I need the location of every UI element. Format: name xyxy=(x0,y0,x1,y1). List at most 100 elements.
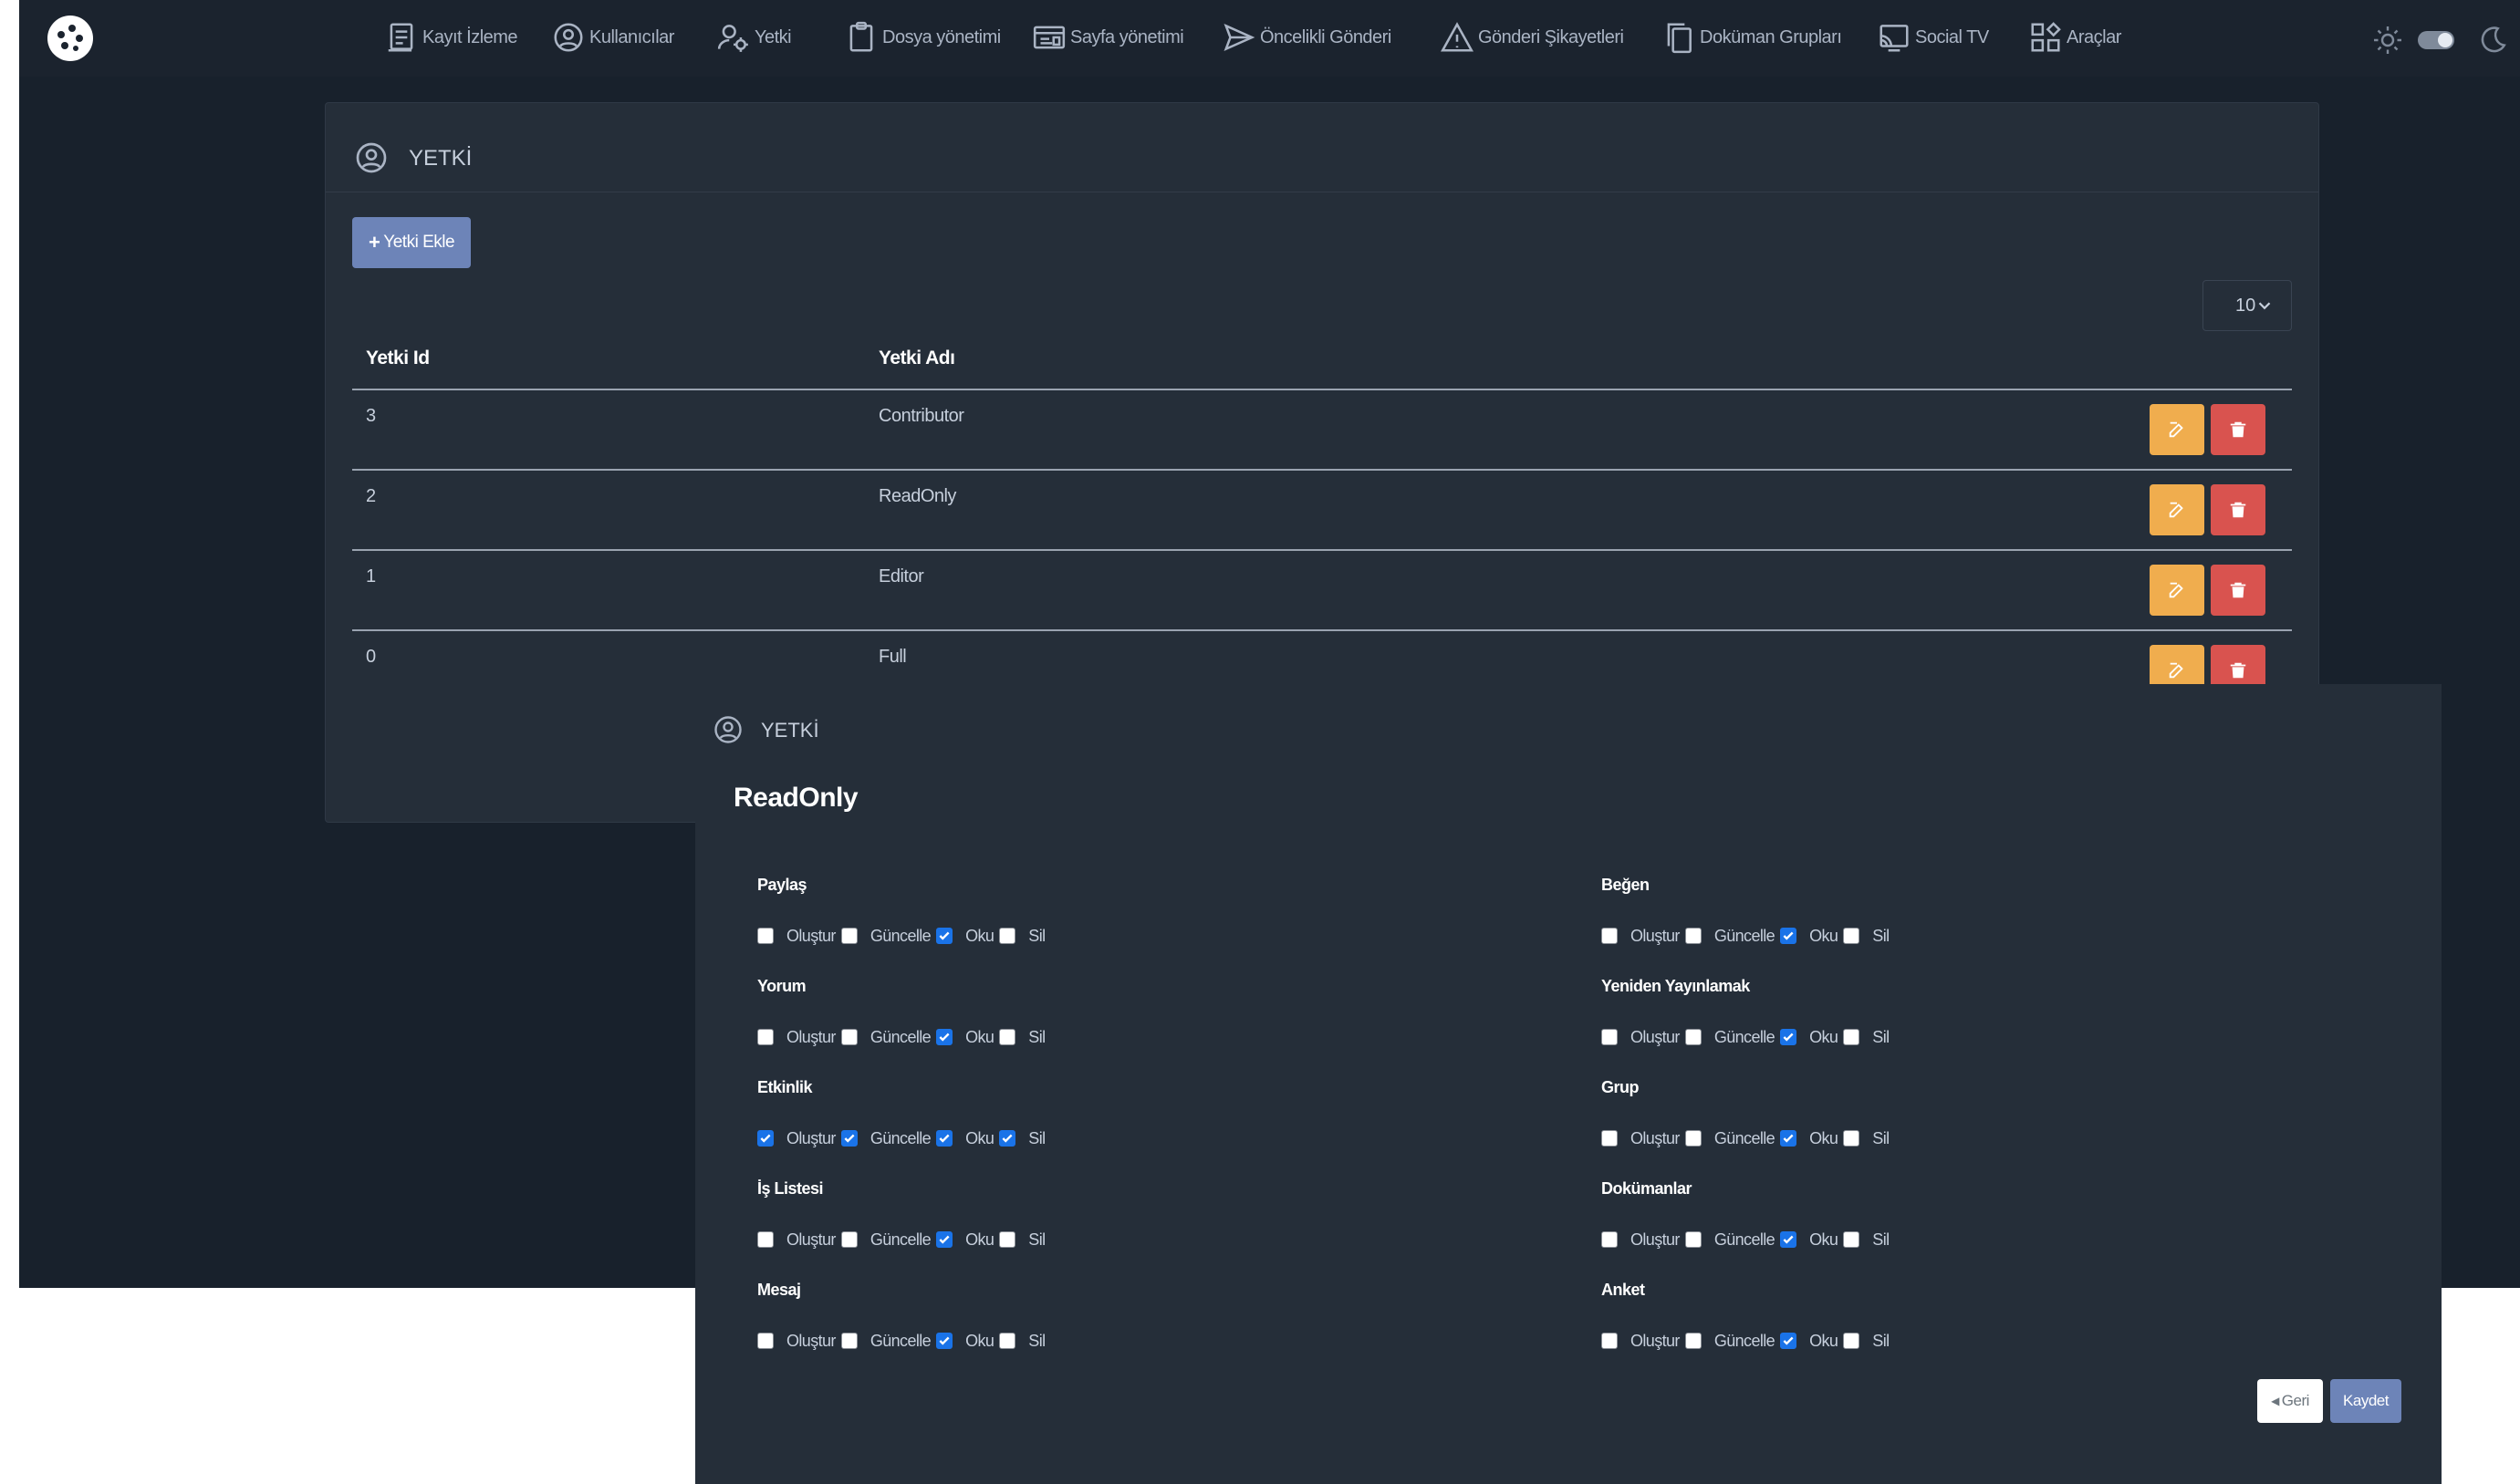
nav-kayit-izleme[interactable]: Kayıt İzleme xyxy=(384,16,518,58)
toggle-knob xyxy=(2438,33,2452,47)
checkbox-read[interactable] xyxy=(936,1130,953,1147)
moon-icon[interactable] xyxy=(2477,24,2508,57)
trash-icon xyxy=(2230,662,2246,679)
permission-checkbox-row: Oluştur Güncelle Oku Sil xyxy=(1601,1330,1895,1352)
checkbox-create[interactable] xyxy=(757,1231,774,1248)
edit-button[interactable] xyxy=(2150,565,2204,616)
sun-icon[interactable] xyxy=(2371,24,2404,57)
checkbox-read[interactable] xyxy=(1780,1231,1797,1248)
plus-icon: + xyxy=(368,231,380,254)
permission-label: Paylaş xyxy=(757,876,807,894)
checkbox-delete[interactable] xyxy=(999,928,1016,944)
add-yetki-button[interactable]: + Yetki Ekle xyxy=(352,217,471,268)
logo-icon[interactable] xyxy=(45,13,96,64)
nav-yetki[interactable]: Yetki xyxy=(716,16,792,58)
checkbox-read[interactable] xyxy=(936,928,953,944)
checkbox-create[interactable] xyxy=(1601,1333,1618,1349)
row-id: 3 xyxy=(366,406,376,426)
row-id: 2 xyxy=(366,486,376,506)
checkbox-read[interactable] xyxy=(1780,1130,1797,1147)
checkbox-label-delete: Sil xyxy=(1028,926,1046,945)
permission-checkbox-row: Oluştur Güncelle Oku Sil xyxy=(1601,1127,1895,1149)
modal-title: YETKİ xyxy=(761,719,819,742)
checkbox-label-update: Güncelle xyxy=(870,926,932,945)
checkbox-create[interactable] xyxy=(1601,1130,1618,1147)
edit-icon xyxy=(2169,662,2183,679)
checkbox-label-delete: Sil xyxy=(1028,1027,1046,1046)
nav-dokuman-gruplari[interactable]: Doküman Grupları xyxy=(1661,16,1842,58)
checkbox-create[interactable] xyxy=(1601,1029,1618,1045)
nav-araclar[interactable]: Araçlar xyxy=(2028,16,2121,58)
checkbox-label-update: Güncelle xyxy=(1713,926,1775,945)
checkbox-delete[interactable] xyxy=(999,1333,1016,1349)
checkbox-create[interactable] xyxy=(757,928,774,944)
checkbox-delete[interactable] xyxy=(1843,1130,1860,1147)
permission-checkbox-row: Oluştur Güncelle Oku Sil xyxy=(757,1229,1051,1251)
user-circle-icon xyxy=(554,23,583,52)
checkbox-create[interactable] xyxy=(1601,928,1618,944)
checkbox-label-create: Oluştur xyxy=(786,926,836,945)
checkbox-delete[interactable] xyxy=(999,1130,1016,1147)
checkbox-label-read: Oku xyxy=(1809,1230,1838,1249)
checkbox-read[interactable] xyxy=(936,1029,953,1045)
checkbox-create[interactable] xyxy=(757,1130,774,1147)
checkbox-delete[interactable] xyxy=(1843,1231,1860,1248)
delete-button[interactable] xyxy=(2211,404,2265,455)
checkbox-update[interactable] xyxy=(840,928,858,944)
checkbox-update[interactable] xyxy=(840,1130,858,1147)
checkbox-read[interactable] xyxy=(1780,928,1797,944)
checkbox-delete[interactable] xyxy=(999,1029,1016,1045)
edit-button[interactable] xyxy=(2150,404,2204,455)
nav-oncelikli-gonderi[interactable]: Öncelikli Gönderi xyxy=(1222,16,1391,58)
checkbox-update[interactable] xyxy=(1684,1231,1702,1248)
checkbox-delete[interactable] xyxy=(999,1231,1016,1248)
nav-label: Öncelikli Gönderi xyxy=(1260,26,1391,47)
column-header-name[interactable]: Yetki Adı xyxy=(879,348,955,369)
checkbox-update[interactable] xyxy=(1684,928,1702,944)
checkbox-update[interactable] xyxy=(1684,1130,1702,1147)
nav-sayfa-yonetimi[interactable]: Sayfa yönetimi xyxy=(1032,16,1184,58)
permission-label: Beğen xyxy=(1601,876,1650,894)
checkbox-label-delete: Sil xyxy=(1872,1230,1890,1249)
checkbox-update[interactable] xyxy=(840,1231,858,1248)
checkbox-delete[interactable] xyxy=(1843,928,1860,944)
page-size-select[interactable]: 10 xyxy=(2202,280,2292,331)
checkbox-read[interactable] xyxy=(936,1333,953,1349)
chevron-down-icon xyxy=(2258,302,2271,310)
checkbox-read[interactable] xyxy=(1780,1333,1797,1349)
row-name: ReadOnly xyxy=(879,486,956,506)
nav-label: Kayıt İzleme xyxy=(422,26,518,47)
checkbox-label-delete: Sil xyxy=(1872,1128,1890,1147)
row-id: 0 xyxy=(366,647,376,667)
permission-label: Grup xyxy=(1601,1078,1640,1096)
save-button[interactable]: Kaydet xyxy=(2330,1379,2401,1423)
checkbox-read[interactable] xyxy=(1780,1029,1797,1045)
nav-gonderi-sikayetleri[interactable]: Gönderi Şikayetleri xyxy=(1440,16,1624,58)
delete-button[interactable] xyxy=(2211,484,2265,535)
checkbox-delete[interactable] xyxy=(1843,1333,1860,1349)
nav-dosya-yonetimi[interactable]: Dosya yönetimi xyxy=(844,16,1001,58)
checkbox-update[interactable] xyxy=(840,1333,858,1349)
nav-kullanicilar[interactable]: Kullanıcılar xyxy=(551,16,674,58)
nav-label: Gönderi Şikayetleri xyxy=(1478,26,1624,47)
column-header-id[interactable]: Yetki Id xyxy=(366,348,430,369)
edit-button[interactable] xyxy=(2150,484,2204,535)
checkbox-update[interactable] xyxy=(840,1029,858,1045)
caret-left-icon: ◀ xyxy=(2271,1395,2279,1407)
delete-button[interactable] xyxy=(2211,565,2265,616)
theme-toggle[interactable] xyxy=(2418,31,2454,49)
checkbox-create[interactable] xyxy=(1601,1231,1618,1248)
checkbox-delete[interactable] xyxy=(1843,1029,1860,1045)
checkbox-create[interactable] xyxy=(757,1333,774,1349)
checkbox-label-read: Oku xyxy=(965,926,994,945)
back-button[interactable]: ◀ Geri xyxy=(2257,1379,2323,1423)
nav-label: Kullanıcılar xyxy=(589,26,674,47)
checkbox-update[interactable] xyxy=(1684,1029,1702,1045)
checkbox-read[interactable] xyxy=(936,1231,953,1248)
checkbox-label-delete: Sil xyxy=(1028,1230,1046,1249)
checkbox-create[interactable] xyxy=(757,1029,774,1045)
checkbox-label-update: Güncelle xyxy=(870,1331,932,1350)
nav-social-tv[interactable]: Social TV xyxy=(1877,16,1989,58)
checkbox-update[interactable] xyxy=(1684,1333,1702,1349)
user-circle-icon xyxy=(356,142,387,173)
